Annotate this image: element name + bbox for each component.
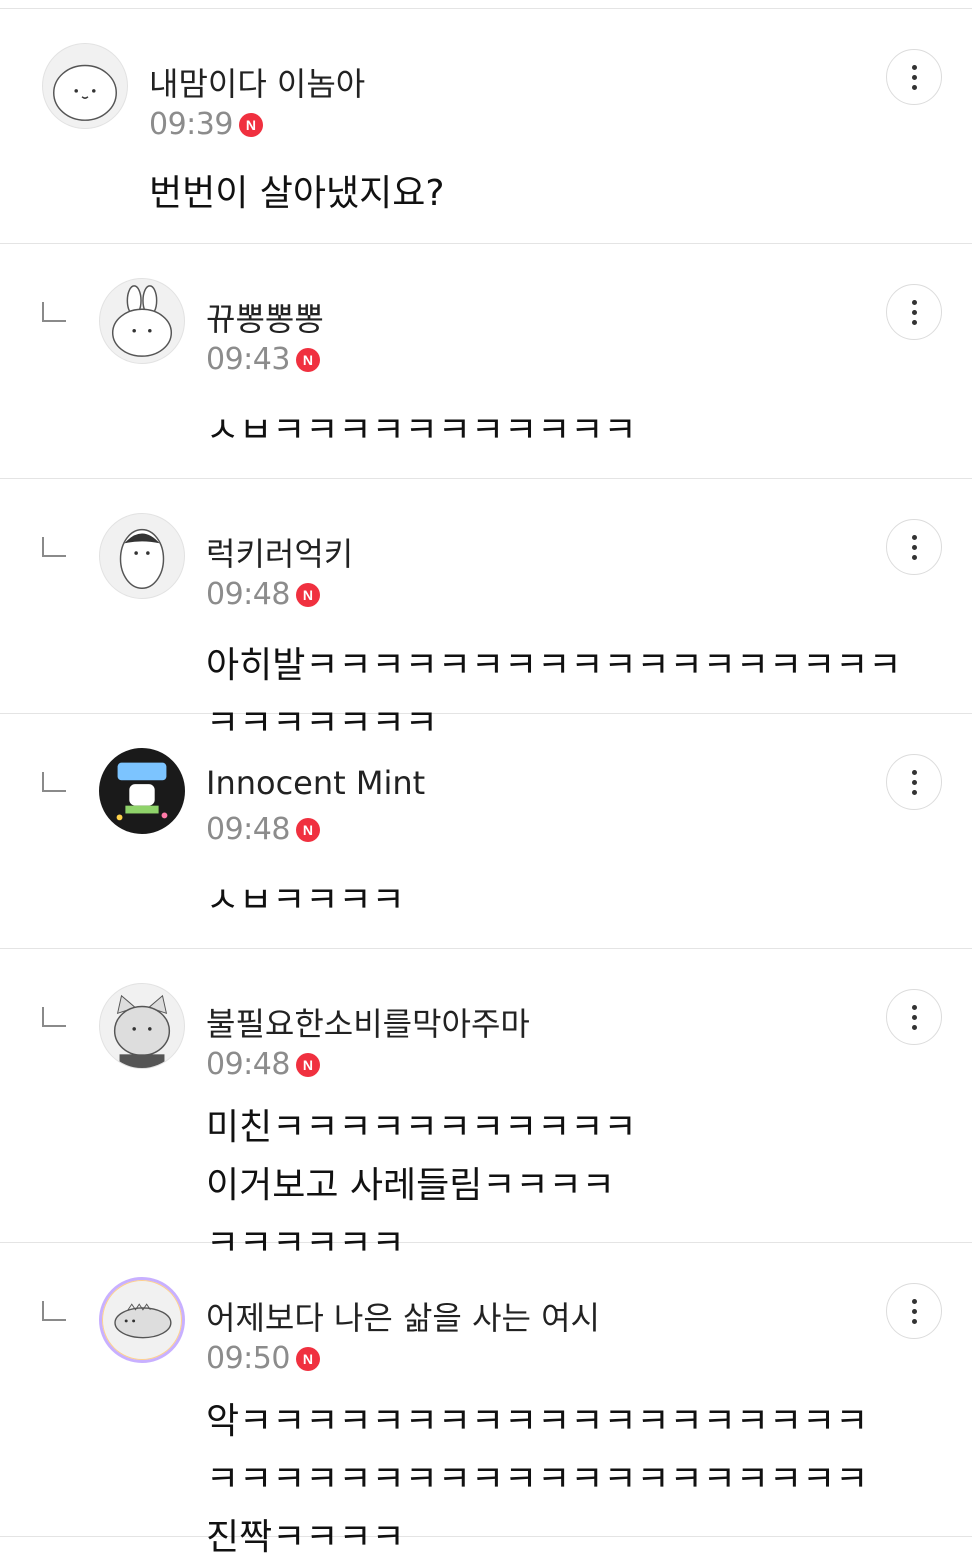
author-name[interactable]: 불필요한소비를막아주마 <box>206 999 530 1045</box>
comment-meta: 09:39 N <box>149 107 263 142</box>
top-divider <box>0 0 972 9</box>
new-badge-icon: N <box>295 817 320 842</box>
more-vertical-icon[interactable] <box>886 519 942 575</box>
comment-meta: 09:50 N <box>206 1341 320 1376</box>
comment-text: ㅅㅂㅋㅋㅋㅋㅋㅋㅋㅋㅋㅋㅋ <box>206 410 637 451</box>
comment-text: 악ㅋㅋㅋㅋㅋㅋㅋㅋㅋㅋㅋㅋㅋㅋㅋㅋㅋㅋㅋㅋㅋㅋㅋㅋㅋㅋㅋㅋㅋㅋㅋㅋㅋㅋㅋㅋㅋㅋㅋ… <box>206 1401 869 1558</box>
more-vertical-icon[interactable] <box>886 754 942 810</box>
more-vertical-icon[interactable] <box>886 989 942 1045</box>
dinosaur-character-avatar-icon[interactable] <box>99 1277 185 1363</box>
comment-time: 09:50 <box>206 1341 290 1376</box>
comment-text: 번번이 살아냈지요? <box>149 173 445 214</box>
comment-item: 럭키러억키 09:48 N 아히발ㅋㅋㅋㅋㅋㅋㅋㅋㅋㅋㅋㅋㅋㅋㅋㅋㅋㅋㅋㅋㅋㅋㅋ… <box>0 479 972 744</box>
comment-time: 09:43 <box>206 342 290 377</box>
comment-item: 내맘이다 이놈아 09:39 N 번번이 살아냈지요? <box>0 9 972 244</box>
comment-time: 09:48 <box>206 1047 290 1082</box>
comment-meta: 09:48 N <box>206 1047 320 1082</box>
reply-arrow-icon <box>42 537 66 557</box>
comment-time: 09:48 <box>206 812 290 847</box>
reply-arrow-icon <box>42 1301 66 1321</box>
author-name[interactable]: 럭키러억키 <box>206 529 353 575</box>
comment-item: 어제보다 나은 삶을 사는 여시 09:50 N 악ㅋㅋㅋㅋㅋㅋㅋㅋㅋㅋㅋㅋㅋㅋ… <box>0 1243 972 1558</box>
penguin-character-avatar-icon[interactable] <box>99 513 185 599</box>
comment-item: 불필요한소비를막아주마 09:48 N 미친ㅋㅋㅋㅋㅋㅋㅋㅋㅋㅋㅋ이거보고 사레… <box>0 949 972 1264</box>
bunny-character-avatar-icon[interactable] <box>99 278 185 364</box>
comment-feed: 내맘이다 이놈아 09:39 N 번번이 살아냈지요? 뀨뽕뽕뽕 09:43 N… <box>0 0 972 1558</box>
comment-text: ㅅㅂㅋㅋㅋㅋ <box>206 880 405 921</box>
comment-meta: 09:48 N <box>206 812 320 847</box>
comment-meta: 09:48 N <box>206 577 320 612</box>
comment-meta: 09:43 N <box>206 342 320 377</box>
new-badge-icon: N <box>295 1346 320 1371</box>
cat-character-avatar-icon[interactable] <box>99 983 185 1069</box>
seal-character-avatar-icon[interactable] <box>42 43 128 129</box>
reply-arrow-icon <box>42 302 66 322</box>
new-badge-icon: N <box>295 347 320 372</box>
reply-arrow-icon <box>42 772 66 792</box>
comment-time: 09:48 <box>206 577 290 612</box>
comment-time: 09:39 <box>149 107 233 142</box>
custom-photo-avatar-icon[interactable] <box>99 748 185 834</box>
new-badge-icon: N <box>238 112 263 137</box>
new-badge-icon: N <box>295 582 320 607</box>
reply-arrow-icon <box>42 1007 66 1027</box>
comment-item: 뀨뽕뽕뽕 09:43 N ㅅㅂㅋㅋㅋㅋㅋㅋㅋㅋㅋㅋㅋ <box>0 244 972 479</box>
comment-item: Innocent Mint 09:48 N ㅅㅂㅋㅋㅋㅋ <box>0 714 972 949</box>
author-name[interactable]: 뀨뽕뽕뽕 <box>206 294 324 340</box>
more-vertical-icon[interactable] <box>886 284 942 340</box>
more-vertical-icon[interactable] <box>886 49 942 105</box>
more-vertical-icon[interactable] <box>886 1283 942 1339</box>
author-name[interactable]: 어제보다 나은 삶을 사는 여시 <box>206 1293 600 1339</box>
new-badge-icon: N <box>295 1052 320 1077</box>
author-name[interactable]: 내맘이다 이놈아 <box>149 59 365 105</box>
author-name[interactable]: Innocent Mint <box>206 764 425 802</box>
